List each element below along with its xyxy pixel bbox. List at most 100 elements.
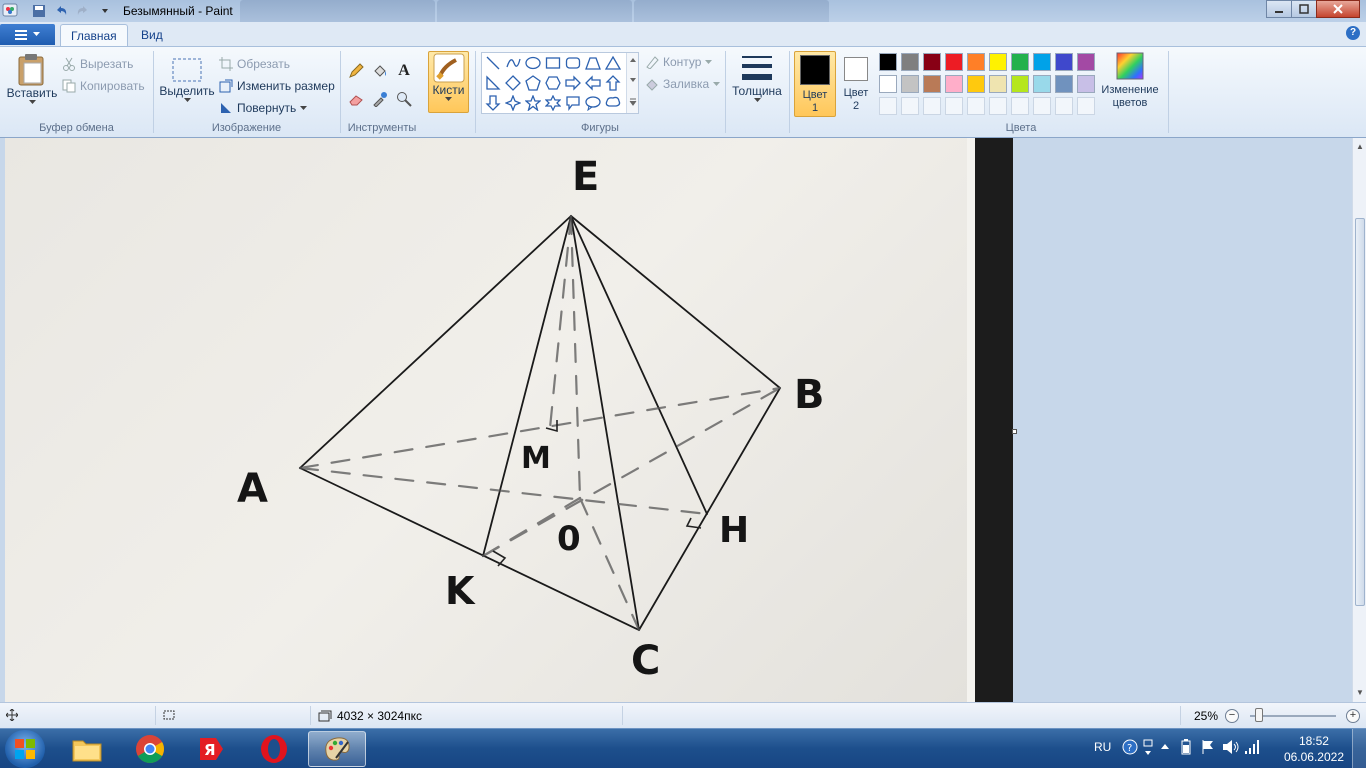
show-hidden-icons[interactable]: [1160, 739, 1170, 756]
paste-button[interactable]: Вставить: [6, 53, 58, 105]
language-options-icon[interactable]: [1142, 739, 1154, 760]
file-menu-button[interactable]: [0, 24, 55, 45]
outline-button[interactable]: Контур: [645, 53, 713, 71]
taskbar-yandex[interactable]: Я: [182, 731, 240, 767]
rectangle-shape-icon[interactable]: [544, 54, 562, 72]
palette-swatch[interactable]: [1055, 53, 1073, 71]
palette-swatch[interactable]: [1033, 75, 1051, 93]
arrow-up-shape-icon[interactable]: [604, 74, 622, 92]
arrow-right-shape-icon[interactable]: [564, 74, 582, 92]
copy-button[interactable]: Копировать: [62, 77, 145, 95]
eraser-icon[interactable]: [346, 89, 366, 109]
custom-color-slot[interactable]: [989, 97, 1007, 115]
zoom-in-button[interactable]: +: [1346, 709, 1360, 723]
vertical-scrollbar[interactable]: ▲ ▼: [1352, 138, 1366, 702]
palette-swatch[interactable]: [1011, 75, 1029, 93]
size-button[interactable]: Толщина: [730, 53, 784, 103]
curve-shape-icon[interactable]: [504, 54, 522, 72]
palette-swatch[interactable]: [901, 53, 919, 71]
save-icon[interactable]: [30, 2, 48, 20]
palette-swatch[interactable]: [923, 53, 941, 71]
palette-swatch[interactable]: [879, 75, 897, 93]
rounded-callout-shape-icon[interactable]: [564, 94, 582, 112]
polygon-shape-icon[interactable]: [584, 54, 602, 72]
custom-color-slot[interactable]: [879, 97, 897, 115]
oval-callout-shape-icon[interactable]: [584, 94, 602, 112]
arrow-left-shape-icon[interactable]: [584, 74, 602, 92]
cloud-callout-shape-icon[interactable]: [604, 94, 622, 112]
zoom-out-button[interactable]: −: [1225, 709, 1239, 723]
line-shape-icon[interactable]: [484, 54, 502, 72]
palette-swatch[interactable]: [989, 53, 1007, 71]
pencil-icon[interactable]: [346, 61, 366, 81]
custom-color-slot[interactable]: [945, 97, 963, 115]
fill-bucket-icon[interactable]: [370, 61, 390, 81]
right-triangle-shape-icon[interactable]: [484, 74, 502, 92]
rotate-button[interactable]: Повернуть: [219, 99, 308, 117]
palette-swatch[interactable]: [989, 75, 1007, 93]
language-indicator[interactable]: RU: [1094, 740, 1111, 754]
paint-app-icon[interactable]: [2, 2, 18, 18]
custom-color-slot[interactable]: [923, 97, 941, 115]
palette-swatch[interactable]: [945, 75, 963, 93]
crop-button[interactable]: Обрезать: [219, 55, 290, 73]
resize-button[interactable]: Изменить размер: [219, 77, 335, 95]
custom-color-slot[interactable]: [1033, 97, 1051, 115]
palette-swatch[interactable]: [945, 53, 963, 71]
fill-button[interactable]: Заливка: [645, 75, 721, 93]
custom-color-slot[interactable]: [1077, 97, 1095, 115]
minimize-button[interactable]: [1266, 0, 1292, 18]
scroll-up-icon[interactable]: ▲: [1356, 142, 1364, 151]
palette-swatch[interactable]: [1011, 53, 1029, 71]
five-point-star-shape-icon[interactable]: [524, 94, 542, 112]
show-desktop-button[interactable]: [1352, 729, 1366, 768]
shapes-scrollbar[interactable]: [626, 53, 638, 113]
start-button[interactable]: [5, 730, 45, 768]
help-icon[interactable]: ?: [1346, 26, 1360, 40]
tab-view[interactable]: Вид: [131, 24, 173, 46]
taskbar-paint[interactable]: [308, 731, 366, 767]
color1-button[interactable]: Цвет 1: [794, 51, 836, 117]
customize-qat-icon[interactable]: [96, 2, 114, 20]
clock[interactable]: 18:52 06.06.2022: [1284, 733, 1344, 765]
zoom-slider-thumb[interactable]: [1255, 708, 1263, 722]
palette-swatch[interactable]: [1077, 75, 1095, 93]
palette-swatch[interactable]: [967, 75, 985, 93]
scroll-thumb[interactable]: [1355, 218, 1365, 606]
palette-swatch[interactable]: [1055, 75, 1073, 93]
six-point-star-shape-icon[interactable]: [544, 94, 562, 112]
language-help-icon[interactable]: ?: [1122, 739, 1138, 758]
undo-icon[interactable]: [52, 2, 70, 20]
color2-button[interactable]: Цвет 2: [838, 51, 874, 117]
text-tool-icon[interactable]: A: [394, 61, 414, 81]
palette-swatch[interactable]: [879, 53, 897, 71]
maximize-button[interactable]: [1291, 0, 1317, 18]
hexagon-shape-icon[interactable]: [544, 74, 562, 92]
scroll-down-icon[interactable]: ▼: [1356, 688, 1364, 697]
palette-swatch[interactable]: [1033, 53, 1051, 71]
color-picker-icon[interactable]: [370, 89, 390, 109]
close-button[interactable]: [1316, 0, 1360, 18]
network-signal-icon[interactable]: [1244, 739, 1260, 758]
brushes-button[interactable]: Кисти: [428, 51, 469, 113]
volume-icon[interactable]: [1222, 739, 1240, 758]
rounded-rectangle-shape-icon[interactable]: [564, 54, 582, 72]
tab-home[interactable]: Главная: [60, 24, 128, 46]
four-point-star-shape-icon[interactable]: [504, 94, 522, 112]
action-center-flag-icon[interactable]: [1200, 739, 1216, 758]
custom-color-slot[interactable]: [1011, 97, 1029, 115]
palette-swatch[interactable]: [901, 75, 919, 93]
battery-icon[interactable]: [1178, 739, 1194, 758]
taskbar-chrome[interactable]: [121, 731, 179, 767]
palette-swatch[interactable]: [923, 75, 941, 93]
taskbar-explorer[interactable]: [58, 731, 116, 767]
custom-color-slot[interactable]: [967, 97, 985, 115]
pentagon-shape-icon[interactable]: [524, 74, 542, 92]
arrow-down-shape-icon[interactable]: [484, 94, 502, 112]
taskbar-opera[interactable]: [245, 731, 303, 767]
cut-button[interactable]: Вырезать: [62, 55, 133, 73]
canvas-resize-handle[interactable]: [1012, 429, 1017, 434]
palette-swatch[interactable]: [1077, 53, 1095, 71]
custom-color-slot[interactable]: [1055, 97, 1073, 115]
palette-swatch[interactable]: [967, 53, 985, 71]
